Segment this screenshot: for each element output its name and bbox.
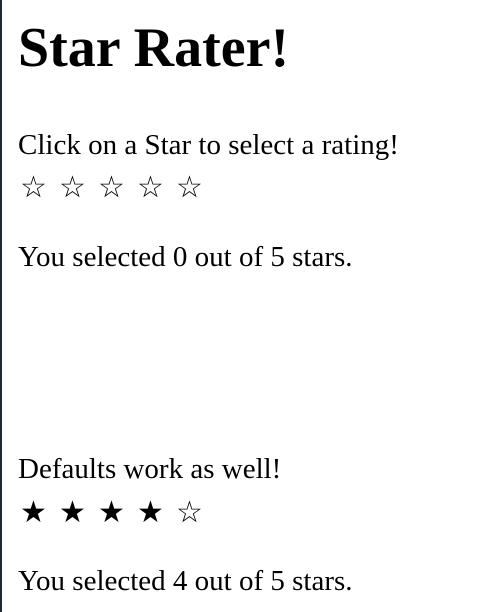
rater-2-star-5-icon[interactable]: ☆	[174, 496, 205, 530]
rater-2-star-1-icon[interactable]: ★	[18, 496, 49, 530]
rater-2-result: You selected 4 out of 5 stars.	[18, 565, 353, 597]
rater-2-prompt: Defaults work as well!	[18, 453, 282, 485]
rater-1-prompt: Click on a Star to select a rating!	[18, 129, 399, 161]
rater-1-star-3-icon[interactable]: ☆	[96, 171, 127, 205]
rater-2-star-4-icon[interactable]: ★	[135, 496, 166, 530]
rater-1-star-1-icon[interactable]: ☆	[18, 171, 49, 205]
rater-1-star-5-icon[interactable]: ☆	[174, 171, 205, 205]
rater-1-stars: ☆ ☆ ☆ ☆ ☆	[18, 171, 205, 205]
rater-1-result: You selected 0 out of 5 stars.	[18, 241, 353, 273]
page-left-border	[0, 0, 2, 612]
rater-1-star-2-icon[interactable]: ☆	[57, 171, 88, 205]
rater-2-star-2-icon[interactable]: ★	[57, 496, 88, 530]
rater-1-star-4-icon[interactable]: ☆	[135, 171, 166, 205]
rater-2-star-3-icon[interactable]: ★	[96, 496, 127, 530]
page-title: Star Rater!	[18, 17, 290, 79]
rater-2-stars: ★ ★ ★ ★ ☆	[18, 496, 205, 530]
